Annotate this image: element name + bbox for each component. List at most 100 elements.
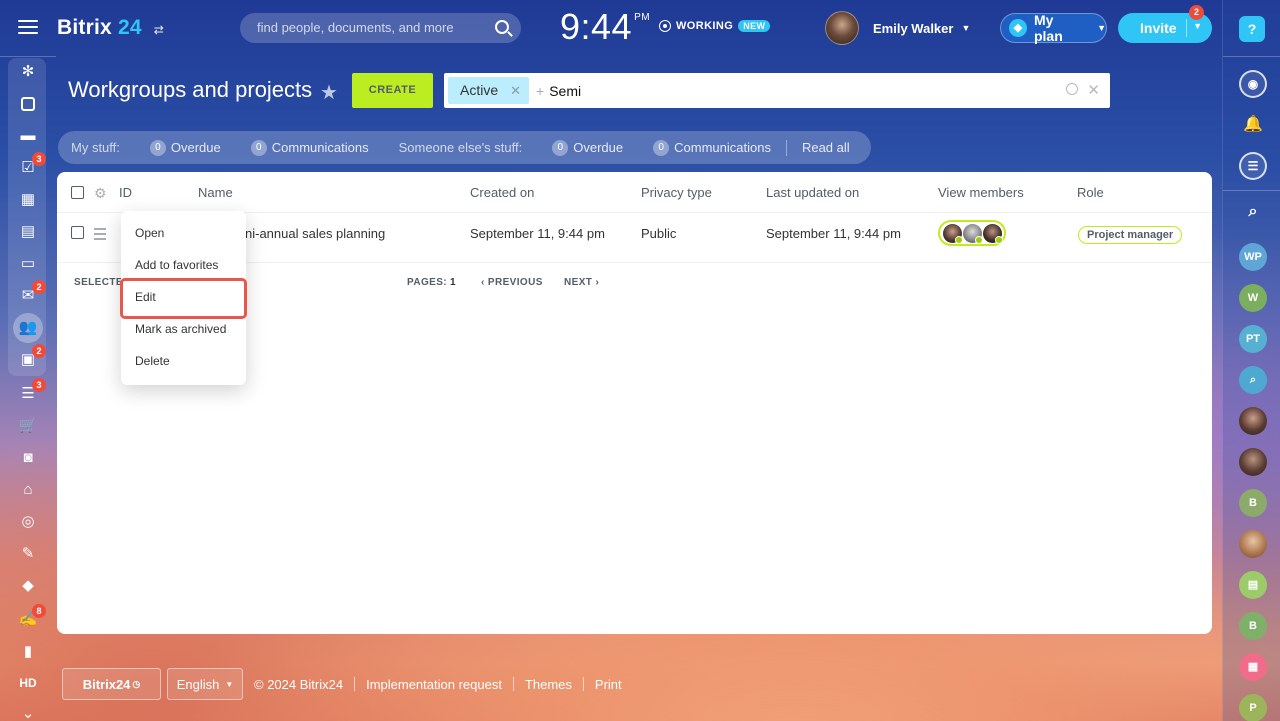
chat-avatar-wp[interactable]: WP: [1239, 243, 1267, 271]
invite-badge: 2: [1189, 5, 1204, 20]
others-overdue-counter[interactable]: 0 Overdue: [552, 139, 623, 156]
chat-avatar-b-2[interactable]: B: [1239, 612, 1267, 640]
language-chevron-down-icon: ▼: [225, 679, 234, 689]
chat-avatar-pt[interactable]: PT: [1239, 325, 1267, 353]
chat-avatar-w[interactable]: W: [1239, 284, 1267, 312]
column-header-role[interactable]: Role: [1077, 185, 1104, 200]
my-overdue-counter[interactable]: 0 Overdue: [149, 139, 221, 156]
copilot-icon[interactable]: ◉: [1239, 70, 1267, 98]
filter-query-text: Semi: [549, 82, 582, 99]
filter-search-icon[interactable]: [1066, 83, 1078, 95]
filter-search-input[interactable]: Active ✕ + Semi ✕: [444, 73, 1110, 108]
search-icon[interactable]: [495, 20, 509, 34]
menu-item-delete[interactable]: Delete: [121, 345, 246, 377]
logo-settings-icon[interactable]: ⇄: [154, 23, 164, 37]
clock: 9:44 PM: [560, 6, 650, 48]
my-plan-label: My plan: [1033, 12, 1063, 44]
column-header-id[interactable]: ID: [119, 185, 132, 200]
logo-number: 24: [117, 16, 142, 39]
select-all-checkbox[interactable]: [71, 186, 84, 199]
shop-cart-icon[interactable]: 🛒: [18, 416, 38, 436]
calendar-icon[interactable]: ▦: [18, 190, 38, 210]
chat-avatar-b-1[interactable]: B: [1239, 489, 1267, 517]
filter-chip-close-icon[interactable]: ✕: [510, 77, 521, 104]
right-sidebar-divider: [1223, 56, 1280, 57]
invite-divider: [1186, 19, 1187, 37]
drive-icon[interactable]: ▭: [18, 254, 38, 274]
my-communications-counter[interactable]: 0 Communications: [250, 139, 369, 156]
page-number[interactable]: 1: [450, 277, 456, 288]
chat-news-icon[interactable]: ▤: [1239, 571, 1267, 599]
documents-icon[interactable]: ▤: [18, 222, 38, 242]
column-header-created[interactable]: Created on: [470, 185, 534, 200]
row-action-menu-icon[interactable]: [94, 228, 106, 243]
language-selector[interactable]: English ▼: [167, 668, 243, 700]
filter-clear-icon[interactable]: ✕: [1087, 81, 1100, 99]
my-plan-button[interactable]: ◆ My plan ▼: [1000, 12, 1107, 44]
invite-button[interactable]: Invite ▼ 2: [1118, 5, 1212, 43]
others-communications-counter[interactable]: 0 Communications: [653, 139, 771, 156]
clock-time: 9:44: [560, 6, 633, 47]
chat-icon[interactable]: ▬: [18, 126, 38, 146]
help-button[interactable]: ?: [1239, 16, 1265, 42]
chat-search-icon[interactable]: ⌕: [1239, 198, 1267, 226]
menu-item-open[interactable]: Open: [121, 217, 246, 249]
grid-settings-gear-icon[interactable]: ⚙: [94, 185, 107, 202]
working-label: WORKING: [676, 20, 734, 32]
column-header-updated[interactable]: Last updated on: [766, 185, 859, 200]
hamburger-menu-icon[interactable]: [18, 20, 38, 36]
tasks-icon[interactable]: ☑ 3: [18, 152, 46, 178]
next-page-button[interactable]: NEXT ›: [564, 277, 599, 288]
row-checkbox[interactable]: [71, 226, 84, 239]
chat-search-doc-icon[interactable]: ⌕: [1239, 366, 1267, 394]
chat-avatar-p[interactable]: P: [1239, 694, 1267, 721]
read-all-link[interactable]: Read all: [802, 140, 850, 155]
more-chevron-icon[interactable]: ⌄: [18, 704, 38, 721]
left-sidebar-divider: [0, 56, 56, 57]
box-icon[interactable]: ◆: [18, 576, 38, 596]
invite-label: Invite: [1140, 20, 1177, 36]
global-search-input[interactable]: find people, documents, and more: [240, 13, 521, 43]
pages-label: PAGES:: [407, 277, 447, 288]
analytics-icon[interactable]: ▮: [18, 642, 38, 662]
filter-chip-active[interactable]: Active ✕: [448, 77, 530, 104]
chat-avatar-photo-1[interactable]: [1239, 407, 1267, 435]
notes-icon[interactable]: ✍ 8: [18, 604, 46, 630]
inventory-icon[interactable]: ⌂: [18, 480, 38, 500]
my-plan-chevron-down-icon: ▼: [1097, 23, 1106, 33]
footer-divider: [512, 677, 514, 691]
news-icon[interactable]: [18, 94, 38, 114]
footer-brand-button[interactable]: Bitrix24 ◷: [62, 668, 161, 700]
hd-label[interactable]: HD: [0, 676, 56, 690]
create-button[interactable]: CREATE: [352, 73, 433, 108]
contacts-icon[interactable]: ▣ 2: [18, 344, 46, 370]
user-menu[interactable]: Emily Walker ▼: [825, 10, 970, 46]
target-icon[interactable]: ◎: [18, 512, 38, 532]
chat-calendar-icon[interactable]: ▦: [1239, 653, 1267, 681]
previous-page-button[interactable]: ‹ PREVIOUS: [481, 277, 543, 288]
messenger-icon[interactable]: ☰: [1239, 152, 1267, 180]
footer-link-themes[interactable]: Themes: [525, 677, 572, 692]
footer-link-print[interactable]: Print: [595, 677, 622, 692]
robot-icon[interactable]: ◙: [18, 448, 38, 468]
footer-link-implementation[interactable]: Implementation request: [366, 677, 502, 692]
menu-item-add-to-favorites[interactable]: Add to favorites: [121, 249, 246, 281]
invite-chevron-down-icon[interactable]: ▼: [1193, 21, 1202, 31]
edit-highlight-frame: [120, 278, 247, 319]
chat-avatar-photo-2[interactable]: [1239, 448, 1267, 476]
crm-funnel-icon[interactable]: ☰ 3: [18, 378, 46, 404]
column-header-members[interactable]: View members: [938, 185, 1024, 200]
favorite-star-icon[interactable]: ★: [320, 80, 338, 105]
workgroups-icon[interactable]: 👥: [13, 313, 43, 343]
row-members[interactable]: [938, 220, 1006, 246]
notifications-bell-icon[interactable]: 🔔: [1239, 111, 1267, 139]
sign-icon[interactable]: ✎: [18, 544, 38, 564]
feed-icon[interactable]: ✻: [18, 62, 38, 82]
column-header-privacy[interactable]: Privacy type: [641, 185, 712, 200]
row-name-link[interactable]: ni-annual sales planning: [245, 226, 385, 241]
working-status[interactable]: WORKING NEW: [659, 20, 771, 32]
mail-icon[interactable]: ✉ 2: [18, 280, 46, 306]
column-header-name[interactable]: Name: [198, 185, 233, 200]
chat-avatar-photo-3[interactable]: [1239, 530, 1267, 558]
bitrix24-logo[interactable]: Bitrix 24 ⇄: [57, 16, 164, 40]
